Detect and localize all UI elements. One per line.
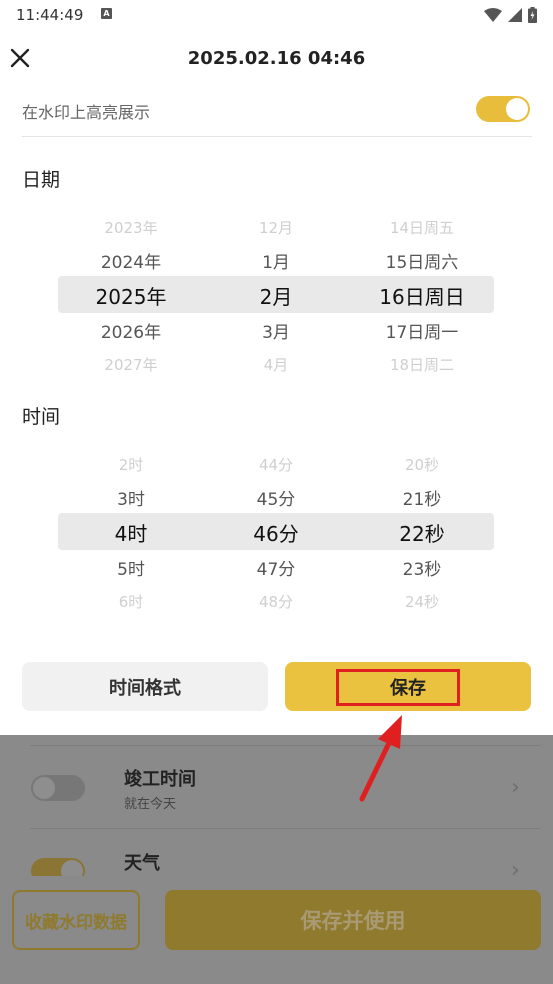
wheel-item-selected: 22秒 <box>399 522 445 546</box>
highlight-label: 在水印上高亮展示 <box>22 103 151 122</box>
save-and-use-button[interactable]: 保存并使用 <box>165 890 541 950</box>
annotation-highlight-box <box>336 669 460 706</box>
year-wheel[interactable]: 2023年 2024年 2025年 2026年 2027年 <box>71 210 191 380</box>
toggle-knob <box>506 98 528 120</box>
wheel-item: 2时 <box>118 456 144 474</box>
wheel-item: 3月 <box>262 323 290 343</box>
date-section-label: 日期 <box>22 169 61 191</box>
highlight-row: 在水印上高亮展示 <box>22 90 532 137</box>
status-icons <box>484 6 537 24</box>
wheel-item: 14日周五 <box>389 219 455 237</box>
wheel-item: 2026年 <box>100 323 162 343</box>
highlight-toggle[interactable] <box>476 96 530 122</box>
wheel-item: 3时 <box>117 490 145 510</box>
wheel-item: 5时 <box>117 560 145 580</box>
list-item-title: 竣工时间 <box>124 769 196 790</box>
wheel-item: 4月 <box>263 356 289 374</box>
wheel-item-selected: 2月 <box>259 285 293 309</box>
status-time: 11:44:49 <box>16 6 84 24</box>
wheel-item: 47分 <box>256 560 296 580</box>
wheel-item-selected: 4时 <box>114 522 148 546</box>
wheel-item: 17日周一 <box>385 323 459 343</box>
time-section-label: 时间 <box>22 406 61 428</box>
month-wheel[interactable]: 12月 1月 2月 3月 4月 <box>216 210 336 380</box>
wheel-item: 21秒 <box>402 490 442 510</box>
wheel-item: 23秒 <box>402 560 442 580</box>
wheel-item: 44分 <box>258 456 294 474</box>
wifi-icon <box>484 8 502 22</box>
wheel-item-selected: 2025年 <box>95 285 167 309</box>
divider <box>30 828 540 829</box>
wheel-item: 18日周二 <box>389 356 455 374</box>
chevron-right-icon[interactable]: › <box>511 775 520 800</box>
annotation-arrow-icon <box>359 715 402 802</box>
wheel-item: 2027年 <box>104 356 158 374</box>
second-wheel[interactable]: 20秒 21秒 22秒 23秒 24秒 <box>362 447 482 617</box>
list-item-title: 天气 <box>124 853 160 874</box>
wheel-item: 24秒 <box>404 593 440 611</box>
wheel-item: 12月 <box>258 219 294 237</box>
notification-a-icon: A <box>101 8 112 19</box>
completion-time-toggle[interactable] <box>31 775 85 801</box>
signal-icon <box>508 8 522 22</box>
wheel-item: 20秒 <box>404 456 440 474</box>
wheel-item: 15日周六 <box>385 253 459 273</box>
page-title: 2025.02.16 04:46 <box>187 48 366 69</box>
wheel-item: 6时 <box>118 593 144 611</box>
wheel-item: 1月 <box>262 253 290 273</box>
hour-wheel[interactable]: 2时 3时 4时 5时 6时 <box>71 447 191 617</box>
battery-icon <box>528 7 537 23</box>
minute-wheel[interactable]: 44分 45分 46分 47分 48分 <box>216 447 336 617</box>
toggle-knob <box>33 777 55 799</box>
day-wheel[interactable]: 14日周五 15日周六 16日周日 17日周一 18日周二 <box>362 210 482 380</box>
wheel-item: 2024年 <box>100 253 162 273</box>
time-format-button[interactable]: 时间格式 <box>22 662 268 711</box>
collect-watermark-button[interactable]: 收藏水印数据 <box>12 890 140 950</box>
wheel-item: 45分 <box>256 490 296 510</box>
wheel-item-selected: 46分 <box>253 522 299 546</box>
divider <box>30 745 540 746</box>
wheel-item-selected: 16日周日 <box>379 285 465 309</box>
wheel-item: 48分 <box>258 593 294 611</box>
list-item-subtitle: 就在今天 <box>124 797 177 812</box>
wheel-item: 2023年 <box>104 219 158 237</box>
